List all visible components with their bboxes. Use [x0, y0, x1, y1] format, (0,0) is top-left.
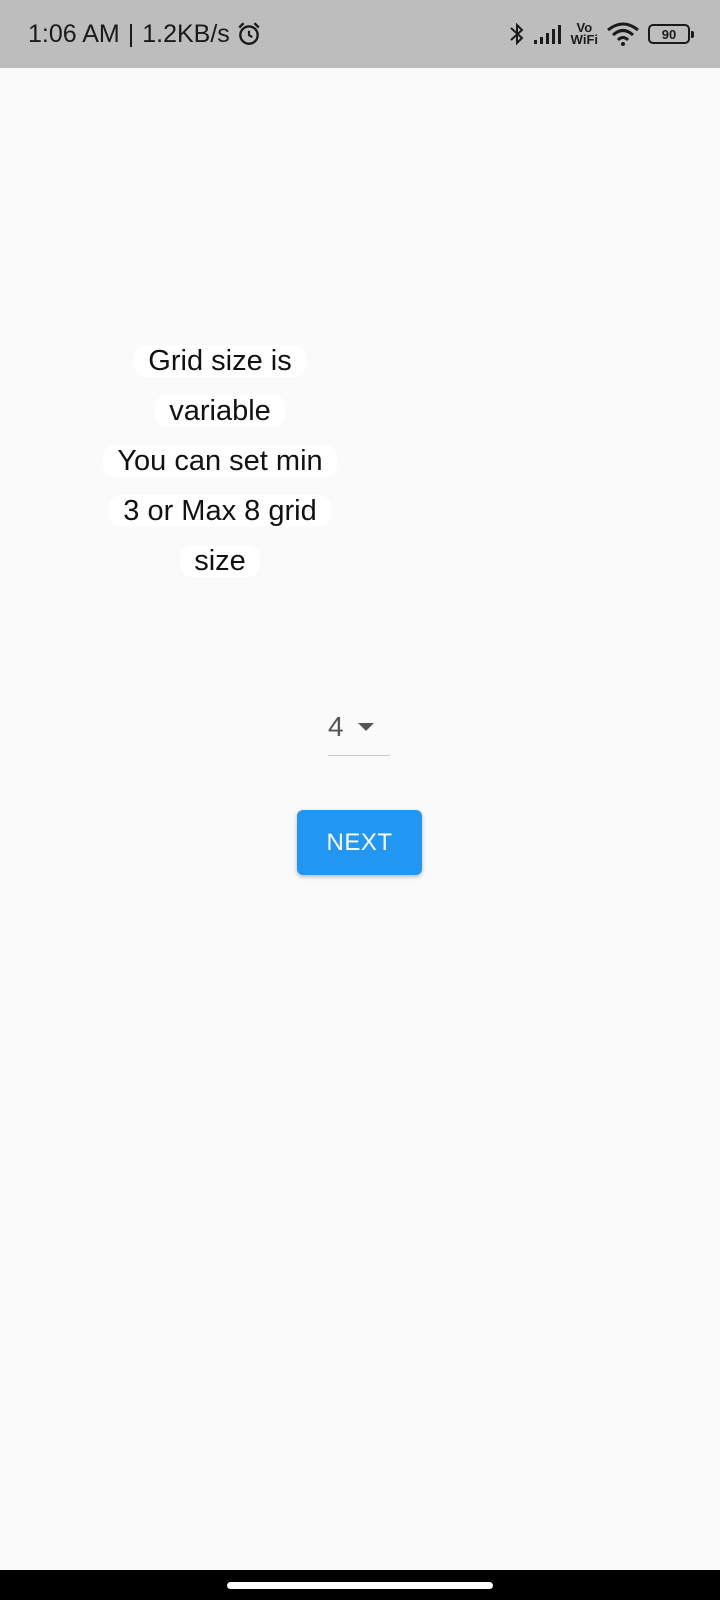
info-line: You can set min [86, 436, 354, 486]
next-button[interactable]: NEXT [297, 810, 422, 875]
alarm-clock-icon [238, 22, 260, 45]
navigation-bar [0, 1570, 720, 1600]
vowifi-bottom: WiFi [570, 32, 598, 47]
chevron-down-icon [357, 722, 374, 731]
grid-size-info: Grid size is variable You can set min 3 … [86, 336, 354, 586]
info-line: 3 or Max 8 grid [86, 486, 354, 536]
battery-icon: 90 [648, 24, 694, 44]
grid-size-dropdown[interactable]: 4 [328, 706, 390, 756]
status-bar: 1:06 AM | 1.2KB/s Vo WiFi 90 [0, 0, 720, 68]
status-separator: | [127, 19, 135, 48]
wifi-icon [607, 22, 639, 46]
status-left: 1:06 AM | 1.2KB/s [28, 0, 262, 68]
bluetooth-icon [509, 22, 524, 46]
network-speed: 1.2KB/s [142, 19, 230, 48]
grid-size-value: 4 [328, 710, 344, 742]
info-line: size [86, 536, 354, 586]
status-right: Vo WiFi 90 [509, 0, 694, 68]
info-line: variable [86, 386, 354, 436]
battery-level: 90 [661, 26, 677, 42]
status-time: 1:06 AM [28, 19, 120, 48]
home-indicator[interactable] [227, 1582, 493, 1589]
info-line: Grid size is [86, 336, 354, 386]
cell-signal-icon [533, 25, 561, 44]
vowifi-indicator: Vo WiFi [570, 21, 598, 47]
